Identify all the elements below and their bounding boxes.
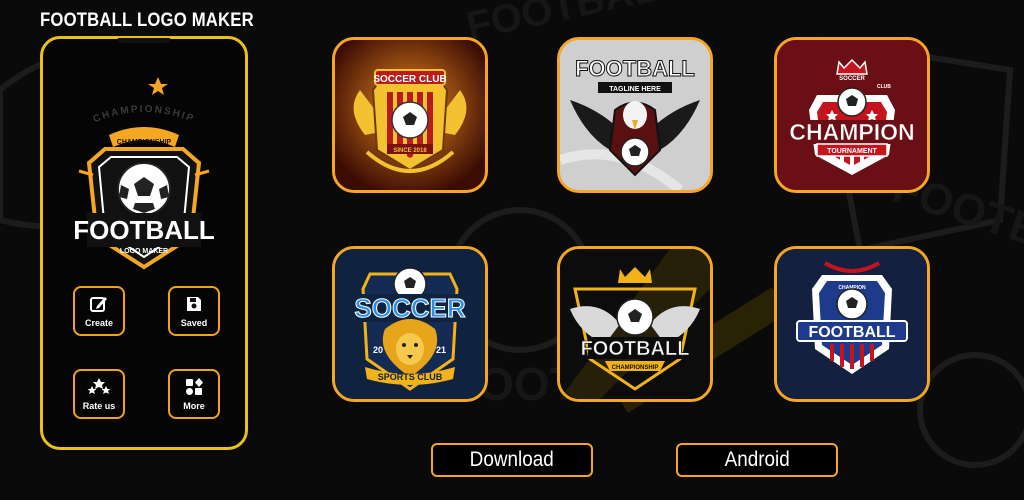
svg-text:CHAMPIONSHIP: CHAMPIONSHIP bbox=[92, 104, 197, 125]
card-1-title: SOCCER CLUB bbox=[373, 74, 446, 85]
card-3-small: SOCCER bbox=[839, 76, 865, 82]
phone-notch bbox=[118, 38, 170, 43]
template-card-football-shield[interactable]: CHAMPION FOOTBALL bbox=[774, 246, 930, 402]
pencil-square-icon bbox=[89, 294, 109, 314]
logo-arc-text: CHAMPIONSHIP bbox=[92, 104, 195, 125]
more-button[interactable]: More bbox=[168, 369, 220, 419]
template-card-football-eagle[interactable]: FOOTBALL TAGLINE HERE bbox=[557, 37, 713, 193]
card-3-title: CHAMPION bbox=[789, 119, 914, 145]
template-card-football-crown[interactable]: FOOTBALL CHAMPIONSHIP bbox=[557, 246, 713, 402]
rate-us-button[interactable]: Rate us bbox=[73, 369, 125, 419]
create-label: Create bbox=[84, 318, 113, 328]
logo-wordmark: FOOTBALL bbox=[73, 215, 215, 245]
card-1-extra: SINCE 2018 bbox=[393, 148, 427, 154]
more-label: More bbox=[183, 401, 205, 411]
template-card-soccer-lion[interactable]: SOCCER 20 21 SPORTS CLUB bbox=[332, 246, 488, 402]
app-logo: CHAMPIONSHIP CHAMPIONSHIP FOOTBALL LOGO … bbox=[73, 77, 215, 270]
android-button[interactable]: Android bbox=[676, 443, 838, 477]
star-icon bbox=[148, 77, 168, 95]
card-4-title: SOCCER bbox=[354, 293, 465, 323]
floppy-disk-icon bbox=[184, 294, 204, 314]
card-3-extra: TOURNAMENT bbox=[827, 148, 877, 155]
saved-button[interactable]: Saved bbox=[168, 286, 220, 336]
phone-mockup: CHAMPIONSHIP CHAMPIONSHIP FOOTBALL LOGO … bbox=[40, 36, 248, 450]
card-6-title: FOOTBALL bbox=[808, 324, 895, 341]
card-3-small2: CLUB bbox=[877, 84, 891, 90]
android-label: Android bbox=[724, 448, 790, 471]
template-card-soccer-club[interactable]: SOCCER CLUB SINCE 2018 bbox=[332, 37, 488, 193]
download-label: Download bbox=[469, 448, 555, 471]
page-title: FOOTBALL LOGO MAKER bbox=[40, 10, 254, 31]
card-5-extra: CHAMPIONSHIP bbox=[612, 365, 659, 371]
card-2-extra: TAGLINE HERE bbox=[609, 86, 661, 93]
stars-icon bbox=[87, 377, 111, 397]
logo-sub: LOGO MAKER bbox=[120, 248, 168, 255]
rate-us-label: Rate us bbox=[82, 401, 116, 411]
svg-text:CHAMPIONSHIP: CHAMPIONSHIP bbox=[117, 139, 172, 146]
card-5-title: FOOTBALL bbox=[581, 338, 690, 360]
card-4-num1: 20 bbox=[373, 345, 383, 355]
shapes-grid-icon bbox=[184, 377, 204, 397]
card-2-title: FOOTBALL bbox=[575, 56, 695, 81]
card-4-num2: 21 bbox=[436, 345, 446, 355]
card-4-extra: SPORTS CLUB bbox=[378, 372, 443, 382]
saved-label: Saved bbox=[180, 318, 208, 328]
download-button[interactable]: Download bbox=[431, 443, 593, 477]
template-card-champion[interactable]: SOCCER CLUB CHAMPION TOURNAMENT bbox=[774, 37, 930, 193]
create-button[interactable]: Create bbox=[73, 286, 125, 336]
